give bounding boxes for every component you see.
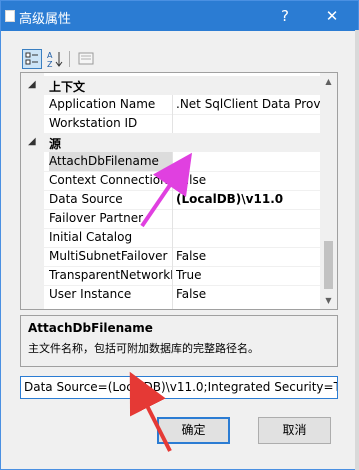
property-pages-icon: [78, 52, 94, 65]
property-name: User Instance: [49, 287, 132, 301]
property-name: Failover Partner: [49, 211, 144, 225]
help-button[interactable]: ?: [263, 1, 307, 31]
dialog-icon: [5, 10, 15, 22]
svg-text:A: A: [47, 51, 53, 60]
property-name: Application Name: [49, 97, 156, 111]
category-label: 源: [49, 137, 62, 151]
grid-line: [44, 285, 321, 286]
ok-button[interactable]: 确定: [157, 417, 230, 444]
property-grid-toolbar: A Z: [21, 49, 111, 71]
description-panel: AttachDbFilename 主文件名称，包括可附加数据库的完整路径名。: [20, 315, 338, 367]
categorized-view-button[interactable]: [22, 49, 42, 69]
alphabetical-view-button[interactable]: A Z: [45, 49, 65, 69]
background-window-edge: [355, 30, 359, 470]
property-row[interactable]: Data Source (LocalDB)\v11.0: [21, 190, 321, 209]
svg-text:Z: Z: [47, 60, 53, 69]
grid-line: [44, 171, 321, 172]
property-row[interactable]: Application Name .Net SqlClient Data Pro…: [21, 95, 321, 114]
cancel-button[interactable]: 取消: [258, 417, 331, 444]
property-value[interactable]: [176, 228, 321, 247]
scroll-up-icon[interactable]: ▲: [320, 73, 337, 90]
vertical-scrollbar[interactable]: ▲ ▼: [320, 73, 337, 309]
category-source[interactable]: ◢ 源: [21, 133, 321, 152]
property-row[interactable]: TransparentNetworkIP True: [21, 266, 321, 285]
property-value[interactable]: False: [176, 171, 321, 190]
property-value[interactable]: False: [176, 247, 321, 266]
advanced-properties-dialog: 高级属性 ? ✕ A Z ◢ 上下文 Application Name .Net…: [0, 0, 359, 470]
close-button[interactable]: ✕: [310, 1, 354, 31]
property-value[interactable]: [176, 114, 321, 133]
connection-string-field[interactable]: Data Source=(LocalDB)\v11.0;Integrated S…: [20, 376, 338, 399]
grid-line: [44, 190, 321, 191]
grid-line: [44, 228, 321, 229]
property-row[interactable]: Initial Catalog: [21, 228, 321, 247]
title-bar: 高级属性 ? ✕: [1, 1, 358, 31]
dialog-title: 高级属性: [19, 12, 72, 27]
property-row[interactable]: Failover Partner: [21, 209, 321, 228]
category-context[interactable]: ◢ 上下文: [21, 76, 321, 95]
description-text: 主文件名称，包括可附加数据库的完整路径名。: [28, 342, 259, 355]
grid-line: [44, 266, 321, 267]
property-row[interactable]: User Instance False: [21, 285, 321, 304]
toolbar-separator: [69, 51, 70, 67]
scroll-down-icon[interactable]: ▼: [320, 292, 337, 309]
grid-line: [44, 114, 321, 115]
property-name: Data Source: [49, 192, 123, 206]
property-name: Workstation ID: [49, 116, 138, 130]
property-name: TransparentNetworkIP: [49, 268, 172, 282]
property-value[interactable]: True: [176, 266, 321, 285]
categorized-icon: [25, 52, 38, 65]
scrollbar-thumb[interactable]: [324, 241, 333, 289]
property-row[interactable]: Context Connection False: [21, 171, 321, 190]
property-value[interactable]: False: [176, 285, 321, 304]
property-name: MultiSubnetFailover: [49, 249, 168, 263]
property-row[interactable]: MultiSubnetFailover False: [21, 247, 321, 266]
property-value[interactable]: [176, 209, 321, 228]
description-title: AttachDbFilename: [28, 321, 153, 335]
grid-line: [44, 209, 321, 210]
category-label: 上下文: [49, 80, 86, 94]
collapse-icon[interactable]: ◢: [28, 136, 36, 147]
property-grid: ◢ 上下文 Application Name .Net SqlClient Da…: [20, 72, 338, 310]
grid-line: [44, 247, 321, 248]
property-value[interactable]: (LocalDB)\v11.0: [176, 190, 321, 209]
column-divider[interactable]: [172, 95, 173, 133]
collapse-icon[interactable]: ◢: [28, 79, 36, 90]
property-row[interactable]: Workstation ID: [21, 114, 321, 133]
property-value[interactable]: .Net SqlClient Data Provider: [176, 95, 321, 114]
property-row-selected[interactable]: AttachDbFilename: [21, 152, 321, 171]
property-name: Context Connection: [49, 173, 168, 187]
property-value[interactable]: [176, 152, 321, 171]
column-divider[interactable]: [172, 152, 173, 309]
property-name: AttachDbFilename: [49, 152, 172, 171]
sort-alpha-icon: A Z: [47, 51, 63, 69]
property-name: Initial Catalog: [49, 230, 133, 244]
property-pages-button[interactable]: [76, 49, 96, 69]
